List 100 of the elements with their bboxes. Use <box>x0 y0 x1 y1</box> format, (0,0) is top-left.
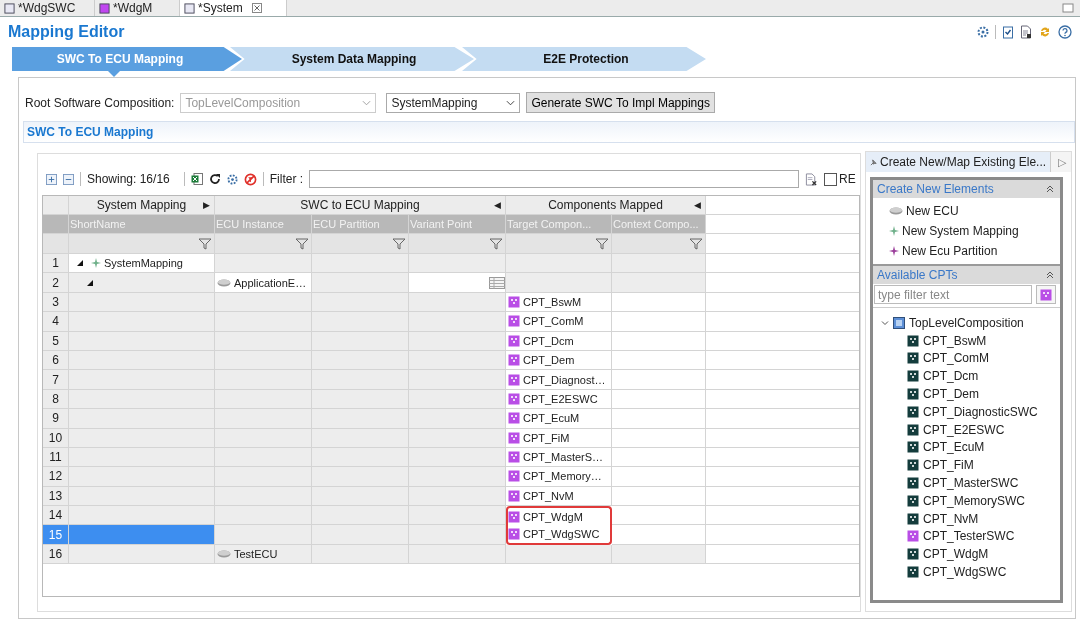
clear-filter-icon[interactable] <box>805 172 819 186</box>
editor-tab[interactable]: *WdgSWC <box>0 0 95 16</box>
component-button[interactable] <box>1036 285 1056 304</box>
cell-text: CPT_ComM <box>523 315 584 328</box>
tab-label: *System <box>198 1 243 15</box>
tree-item[interactable]: CPT_DiagnosticSWC <box>923 404 1060 419</box>
filter-field[interactable] <box>309 170 800 188</box>
tab-label: *WdgSWC <box>18 1 76 15</box>
expanded-icon[interactable] <box>77 260 83 267</box>
row-number[interactable]: 10 <box>43 428 69 448</box>
cell-text: CPT_BswM <box>523 295 582 308</box>
tree-item[interactable]: CPT_NvM <box>923 511 1060 526</box>
row-number[interactable]: 1 <box>43 254 69 274</box>
maximize-icon[interactable] <box>1062 3 1074 13</box>
tree-item[interactable]: CPT_WdgM <box>923 547 1060 562</box>
column-group-header[interactable]: Components Mapped ◀ <box>506 196 706 215</box>
collapse-icon[interactable] <box>1046 185 1054 193</box>
regex-checkbox[interactable] <box>824 172 838 186</box>
tab-label: *WdgM <box>113 1 153 15</box>
filter-icon[interactable] <box>689 236 703 251</box>
pin-icon <box>870 158 877 166</box>
cell-text: CPT_MasterS… <box>523 451 604 464</box>
row-number[interactable]: 6 <box>43 350 69 371</box>
collapse-arrow[interactable]: ◀ <box>694 200 701 210</box>
tree-item[interactable]: CPT_BswM <box>923 333 1060 348</box>
cell-text: CPT_WdgSWC <box>523 528 600 541</box>
clipboard-check-icon[interactable] <box>1002 25 1014 39</box>
tree-item[interactable]: CPT_E2ESWC <box>923 422 1060 437</box>
row-number[interactable]: 12 <box>43 467 69 487</box>
palette-item[interactable]: New System Mapping <box>889 224 1060 238</box>
close-icon[interactable] <box>251 3 262 13</box>
filter-icon[interactable] <box>392 236 406 251</box>
gear-icon[interactable] <box>977 26 989 38</box>
spreadsheet-icon[interactable] <box>190 173 203 185</box>
gear-icon[interactable] <box>226 173 238 185</box>
system-mapping-icon <box>889 226 899 236</box>
expand-all-icon[interactable] <box>46 173 57 185</box>
filter-icon[interactable] <box>295 236 309 251</box>
palette-item[interactable]: New ECU <box>889 204 1060 218</box>
row-number[interactable]: 8 <box>43 389 69 410</box>
component-icon <box>1040 288 1052 301</box>
tree-item[interactable]: CPT_Dcm <box>923 369 1060 384</box>
editor-title: Mapping Editor <box>8 23 125 41</box>
row-number[interactable]: 7 <box>43 370 69 390</box>
mapping-dropdown[interactable]: SystemMapping <box>386 92 521 113</box>
row-number[interactable]: 4 <box>43 312 69 332</box>
view-menu-arrow[interactable]: ▷ <box>1053 152 1071 172</box>
row-number[interactable]: 14 <box>43 506 69 526</box>
cell-text: CPT_WdgM <box>523 510 583 523</box>
collapse-icon[interactable] <box>1046 271 1054 279</box>
tree-item[interactable]: TopLevelComposition <box>909 315 1060 330</box>
tree-item[interactable]: CPT_ComM <box>923 351 1060 366</box>
tree-item[interactable]: CPT_EcuM <box>923 440 1060 455</box>
filter-icon[interactable] <box>198 236 212 251</box>
row-number[interactable]: 11 <box>43 447 69 468</box>
tree-item[interactable]: CPT_Dem <box>923 387 1060 402</box>
expanded-icon[interactable] <box>87 279 93 286</box>
editor-tab[interactable]: *System <box>180 0 287 16</box>
cell-text: CPT_EcuM <box>523 412 580 425</box>
row-number[interactable]: 5 <box>43 331 69 351</box>
tree-item[interactable]: CPT_WdgSWC <box>923 565 1060 580</box>
filter-icon[interactable] <box>489 236 503 251</box>
collapse-all-icon[interactable] <box>63 173 74 185</box>
cell-text: CPT_NvM <box>523 489 574 502</box>
row-number[interactable]: 3 <box>43 292 69 313</box>
collapse-arrow[interactable]: ◀ <box>494 200 501 210</box>
column-group-header[interactable]: System Mapping ▶ <box>69 196 215 215</box>
collapse-arrow[interactable]: ▶ <box>203 200 210 210</box>
row-number[interactable]: 9 <box>43 409 69 429</box>
cell-text: TestECU <box>234 548 278 561</box>
row-number[interactable]: 2 <box>43 273 69 293</box>
system-mapping-icon <box>91 258 101 269</box>
document-icon[interactable] <box>1020 25 1032 39</box>
filter-field[interactable]: type filter text <box>874 285 1032 304</box>
filter-icon[interactable] <box>595 236 609 251</box>
row-number[interactable]: 13 <box>43 486 69 507</box>
tree-item[interactable]: CPT_MasterSWC <box>923 476 1060 491</box>
wizard-step[interactable]: System Data Mapping <box>230 47 474 71</box>
tree-item[interactable]: CPT_MemorySWC <box>923 493 1060 508</box>
table-picker-icon[interactable] <box>489 276 505 289</box>
generate-button[interactable]: Generate SWC To Impl Mappings <box>526 92 715 113</box>
editor-tab[interactable]: *WdgM <box>95 0 180 16</box>
ecu-icon <box>889 207 903 215</box>
file-icon <box>184 2 195 14</box>
tree-item[interactable]: CPT_FiM <box>923 458 1060 473</box>
column-group-header[interactable]: SWC to ECU Mapping ◀ <box>215 196 506 215</box>
help-icon[interactable] <box>1058 25 1072 39</box>
row-number[interactable]: 16 <box>43 544 69 565</box>
cell-text: SystemMapping <box>104 257 183 270</box>
palette-item[interactable]: New Ecu Partition <box>889 244 1060 258</box>
clear-filters-icon[interactable] <box>243 172 257 186</box>
palette-tab[interactable]: Create New/Map Existing Ele... <box>866 152 1052 172</box>
tree-item[interactable]: CPT_TesterSWC <box>923 529 1060 544</box>
wizard-step[interactable]: E2E Protection <box>462 47 706 71</box>
item-label: New ECU <box>906 204 959 218</box>
file-icon <box>99 2 110 14</box>
refresh-icon[interactable] <box>208 173 221 185</box>
filter-label: Filter : <box>269 172 304 186</box>
chevron-icon[interactable] <box>881 318 889 327</box>
step-pointer <box>108 71 120 77</box>
